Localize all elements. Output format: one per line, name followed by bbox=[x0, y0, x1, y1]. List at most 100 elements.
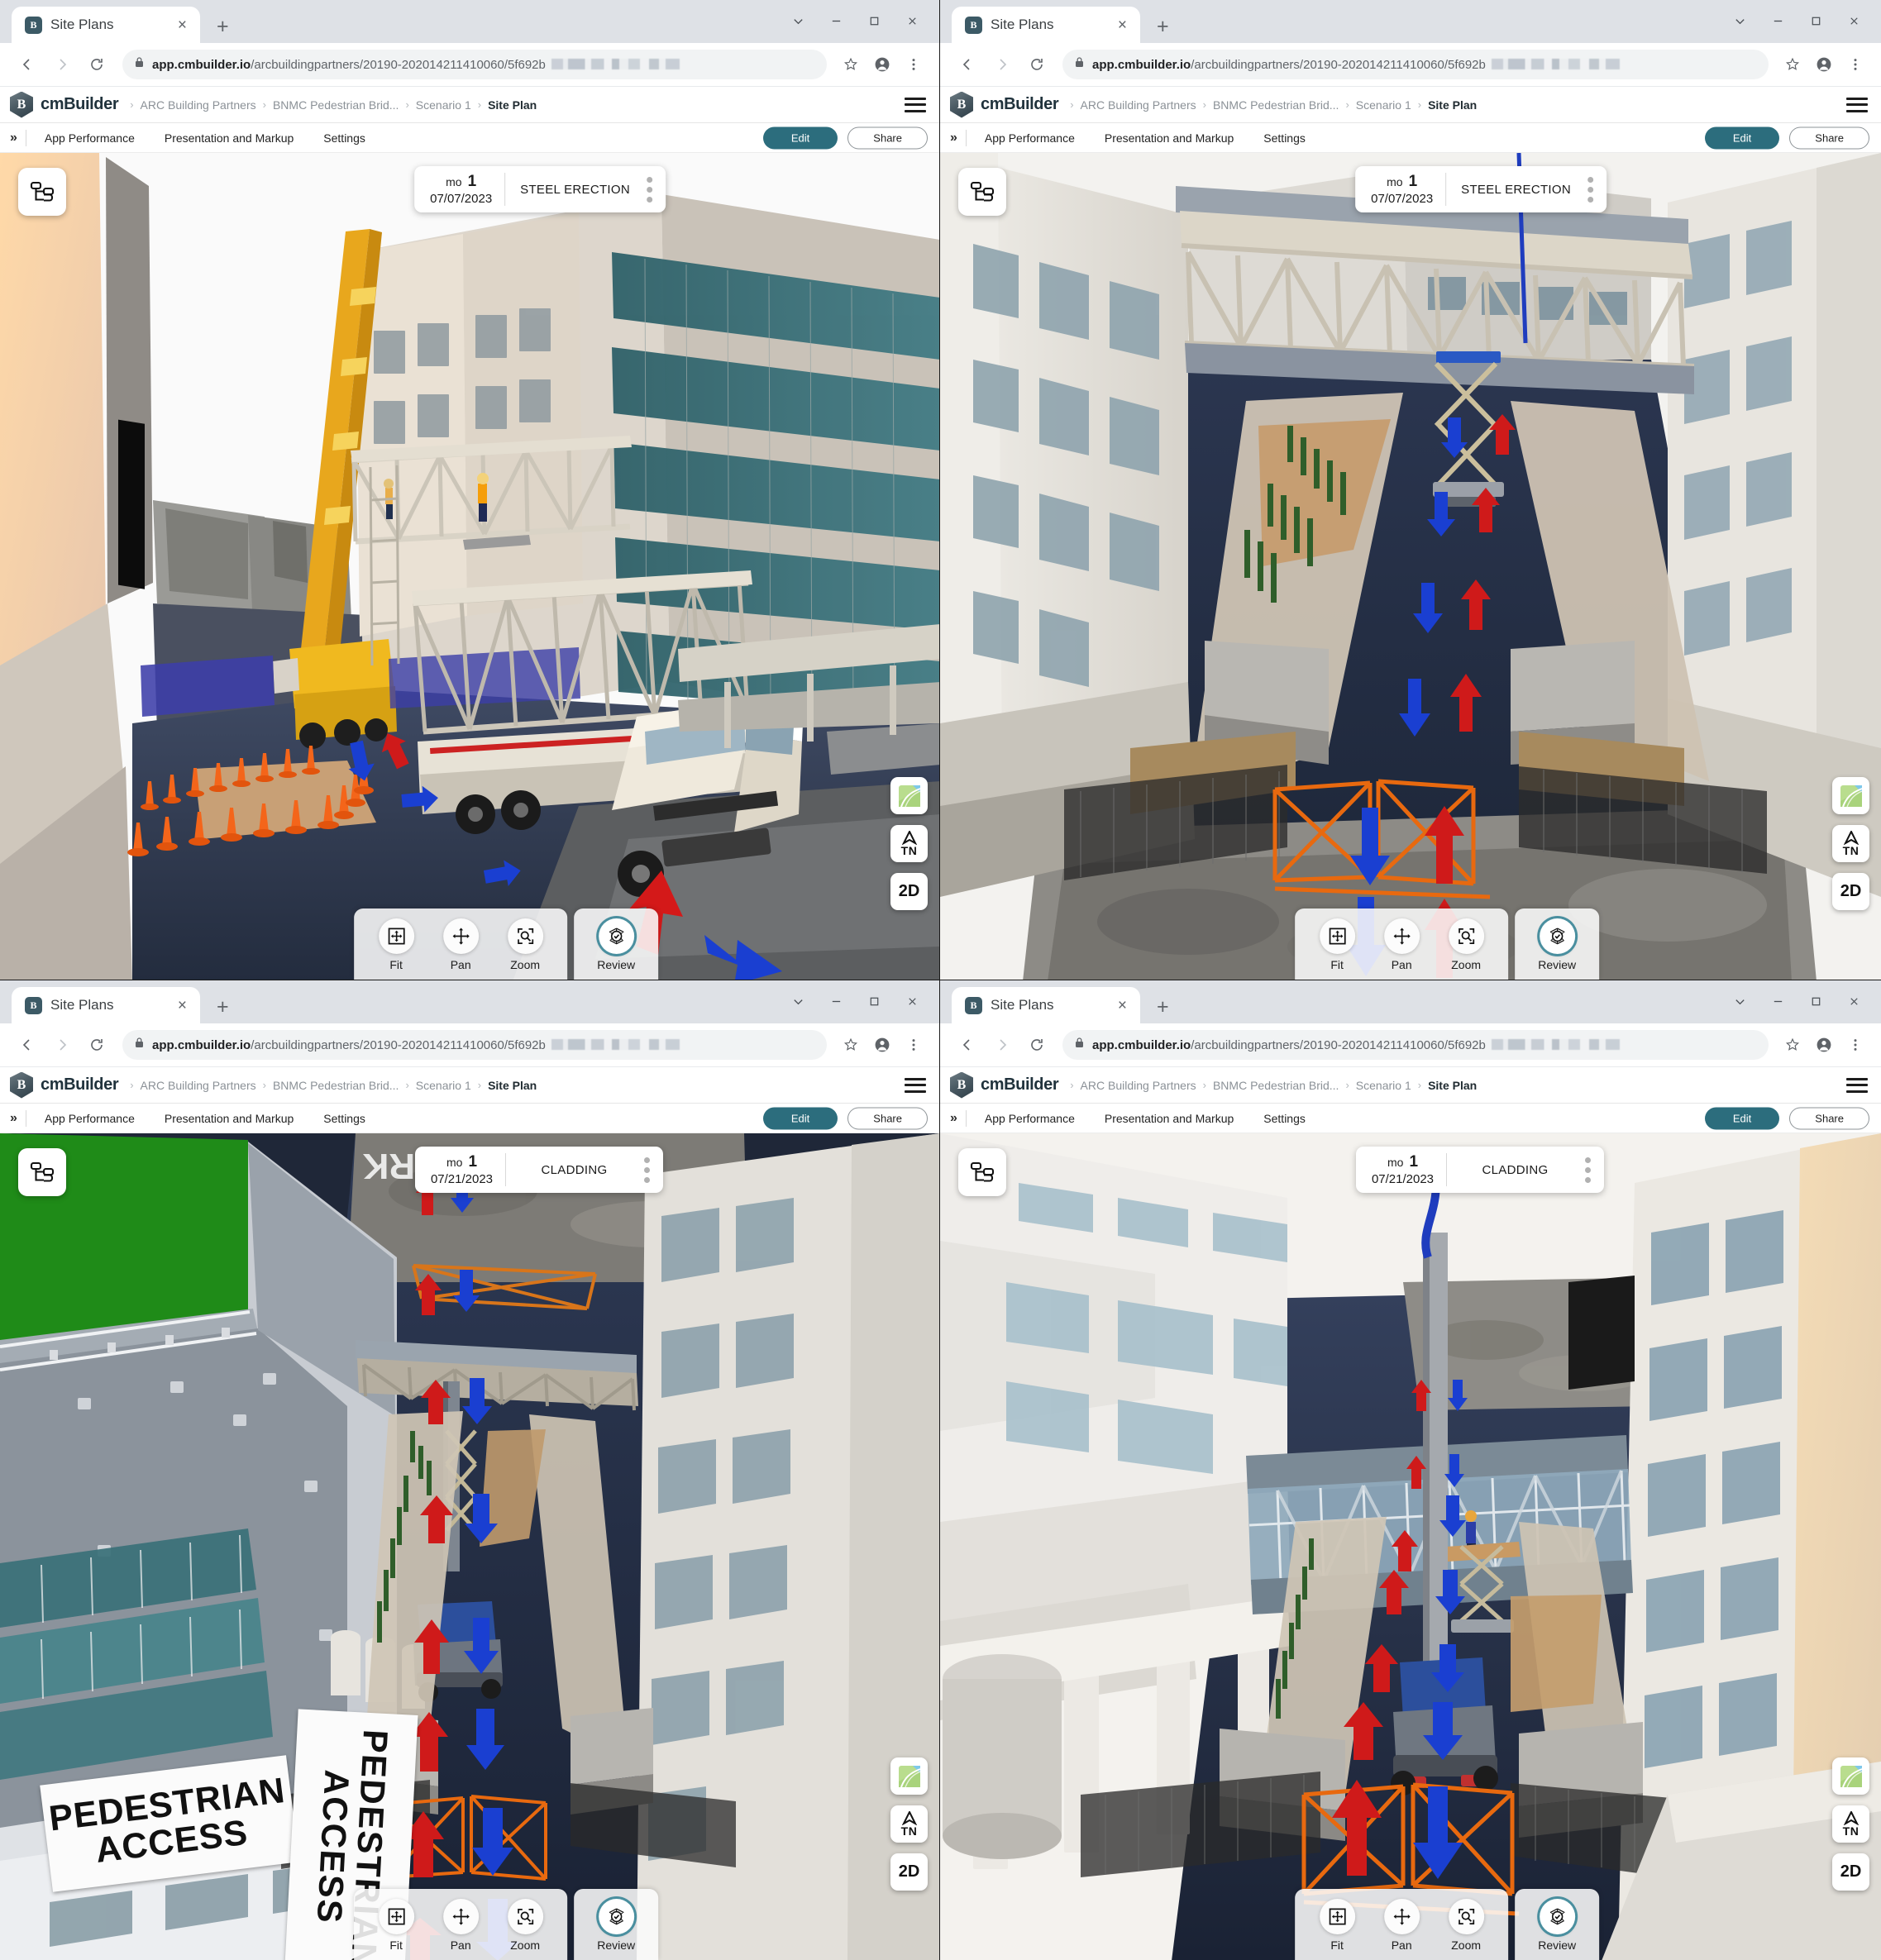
phase-more-icon[interactable] bbox=[1585, 1156, 1601, 1183]
menu-item-settings[interactable]: Settings bbox=[1248, 1112, 1320, 1125]
maximize-icon[interactable] bbox=[855, 7, 893, 35]
forward-icon[interactable] bbox=[986, 49, 1018, 80]
profile-avatar-icon[interactable] bbox=[1810, 50, 1838, 79]
hamburger-menu-icon[interactable] bbox=[905, 1077, 926, 1093]
maximize-icon[interactable] bbox=[1797, 987, 1835, 1015]
browser-tab[interactable]: B Site Plans × bbox=[12, 7, 200, 43]
reload-icon[interactable] bbox=[1021, 49, 1053, 80]
minimize-icon[interactable] bbox=[1759, 7, 1797, 35]
breadcrumb-item-scenario[interactable]: Scenario 1 bbox=[1356, 98, 1411, 112]
edit-button[interactable]: Edit bbox=[1704, 126, 1780, 149]
tool-fit[interactable]: Fit bbox=[365, 918, 427, 971]
expand-panel-icon[interactable]: » bbox=[948, 1111, 966, 1126]
tool-pan[interactable]: Pan bbox=[430, 918, 491, 971]
browser-menu-icon[interactable] bbox=[1841, 50, 1869, 79]
phase-more-icon[interactable] bbox=[644, 1156, 660, 1183]
north-compass-button[interactable]: TN bbox=[890, 1805, 928, 1843]
phase-more-icon[interactable] bbox=[646, 176, 662, 203]
brand[interactable]: B cmBuilder bbox=[10, 91, 119, 118]
phase-card[interactable]: mo 1 07/07/2023 STEEL ERECTION bbox=[1355, 166, 1606, 212]
menu-item-presentation-and-markup[interactable]: Presentation and Markup bbox=[1090, 131, 1248, 145]
close-icon[interactable]: × bbox=[174, 17, 190, 33]
reload-icon[interactable] bbox=[81, 1029, 112, 1061]
hierarchy-tree-button[interactable] bbox=[18, 1148, 66, 1196]
scene-viewport-bottom-right[interactable]: mo 1 07/21/2023 CLADDING TN 2D Fit Pan Z… bbox=[940, 1133, 1881, 1960]
close-icon[interactable]: × bbox=[1115, 17, 1130, 33]
menu-item-settings[interactable]: Settings bbox=[308, 1112, 380, 1125]
minimap-toggle-button[interactable] bbox=[1832, 1757, 1869, 1795]
menu-item-app-performance[interactable]: App Performance bbox=[30, 1112, 150, 1125]
url-input[interactable]: app.cmbuilder.io/arcbuildingpartners/201… bbox=[122, 50, 827, 79]
minimize-icon[interactable] bbox=[1759, 987, 1797, 1015]
share-button[interactable]: Share bbox=[847, 126, 928, 149]
hamburger-menu-icon[interactable] bbox=[1846, 1077, 1868, 1093]
browser-menu-icon[interactable] bbox=[900, 1031, 928, 1059]
tool-zoom[interactable]: Zoom bbox=[1435, 1899, 1497, 1952]
new-tab-button[interactable]: + bbox=[1157, 997, 1169, 1018]
chevron-down-icon[interactable] bbox=[1721, 987, 1759, 1015]
edit-button[interactable]: Edit bbox=[762, 1107, 838, 1129]
back-icon[interactable] bbox=[12, 49, 43, 80]
tool-pan[interactable]: Pan bbox=[430, 1899, 491, 1952]
tool-fit[interactable]: Fit bbox=[1306, 1899, 1368, 1952]
profile-avatar-icon[interactable] bbox=[868, 1031, 896, 1059]
breadcrumb-item-org[interactable]: ARC Building Partners bbox=[1081, 98, 1196, 112]
minimap-toggle-button[interactable] bbox=[1832, 777, 1869, 814]
hamburger-menu-icon[interactable] bbox=[1846, 97, 1868, 112]
tool-review[interactable]: Review bbox=[1526, 918, 1587, 971]
view-mode-toggle-button[interactable]: 2D bbox=[890, 873, 928, 910]
view-mode-toggle-button[interactable]: 2D bbox=[890, 1853, 928, 1891]
maximize-icon[interactable] bbox=[855, 987, 893, 1015]
forward-icon[interactable] bbox=[46, 1029, 78, 1061]
menu-item-app-performance[interactable]: App Performance bbox=[970, 131, 1090, 145]
menu-item-app-performance[interactable]: App Performance bbox=[30, 131, 150, 145]
share-button[interactable]: Share bbox=[1789, 1107, 1869, 1129]
edit-button[interactable]: Edit bbox=[1704, 1107, 1780, 1129]
tool-zoom[interactable]: Zoom bbox=[494, 1899, 556, 1952]
reload-icon[interactable] bbox=[81, 49, 112, 80]
back-icon[interactable] bbox=[12, 1029, 43, 1061]
close-window-icon[interactable] bbox=[1835, 987, 1873, 1015]
view-mode-toggle-button[interactable]: 2D bbox=[1832, 873, 1869, 910]
chevron-down-icon[interactable] bbox=[779, 7, 817, 35]
scene-viewport-top-right[interactable]: mo 1 07/07/2023 STEEL ERECTION TN 2D Fit… bbox=[940, 153, 1881, 980]
url-input[interactable]: app.cmbuilder.io/arcbuildingpartners/201… bbox=[1062, 50, 1769, 79]
breadcrumb-item-project[interactable]: BNMC Pedestrian Brid... bbox=[273, 98, 399, 112]
north-compass-button[interactable]: TN bbox=[1832, 825, 1869, 862]
breadcrumb-item-org[interactable]: ARC Building Partners bbox=[1081, 1079, 1196, 1092]
close-window-icon[interactable] bbox=[893, 987, 931, 1015]
back-icon[interactable] bbox=[952, 49, 983, 80]
close-icon[interactable]: × bbox=[1115, 998, 1130, 1013]
tool-fit[interactable]: Fit bbox=[1306, 918, 1368, 971]
tool-pan[interactable]: Pan bbox=[1371, 918, 1432, 971]
forward-icon[interactable] bbox=[986, 1029, 1018, 1061]
edit-button[interactable]: Edit bbox=[762, 126, 838, 149]
expand-panel-icon[interactable]: » bbox=[948, 131, 966, 145]
brand[interactable]: B cmBuilder bbox=[950, 1071, 1059, 1099]
bookmark-star-icon[interactable] bbox=[837, 1031, 865, 1059]
bookmark-star-icon[interactable] bbox=[837, 50, 865, 79]
view-mode-toggle-button[interactable]: 2D bbox=[1832, 1853, 1869, 1891]
minimize-icon[interactable] bbox=[817, 987, 855, 1015]
north-compass-button[interactable]: TN bbox=[1832, 1805, 1869, 1843]
menu-item-presentation-and-markup[interactable]: Presentation and Markup bbox=[1090, 1112, 1248, 1125]
new-tab-button[interactable]: + bbox=[217, 997, 229, 1018]
tool-pan[interactable]: Pan bbox=[1371, 1899, 1432, 1952]
breadcrumb-item-scenario[interactable]: Scenario 1 bbox=[416, 98, 471, 112]
url-input[interactable]: app.cmbuilder.io/arcbuildingpartners/201… bbox=[122, 1030, 827, 1060]
scene-viewport-top-left[interactable]: mo 1 07/07/2023 STEEL ERECTION TN 2D Fit… bbox=[0, 153, 939, 980]
back-icon[interactable] bbox=[952, 1029, 983, 1061]
scene-viewport-bottom-left[interactable]: PARK PEDESTRIAN ACCESS PEDESTRIAN ACCESS bbox=[0, 1133, 939, 1960]
share-button[interactable]: Share bbox=[847, 1107, 928, 1129]
minimap-toggle-button[interactable] bbox=[890, 777, 928, 814]
phase-card[interactable]: mo 1 07/21/2023 CLADDING bbox=[415, 1147, 663, 1193]
new-tab-button[interactable]: + bbox=[1157, 17, 1169, 37]
close-window-icon[interactable] bbox=[1835, 7, 1873, 35]
hamburger-menu-icon[interactable] bbox=[905, 97, 926, 112]
bookmark-star-icon[interactable] bbox=[1778, 50, 1807, 79]
expand-panel-icon[interactable]: » bbox=[8, 131, 26, 145]
forward-icon[interactable] bbox=[46, 49, 78, 80]
breadcrumb-item-scenario[interactable]: Scenario 1 bbox=[416, 1079, 471, 1092]
menu-item-settings[interactable]: Settings bbox=[1248, 131, 1320, 145]
browser-menu-icon[interactable] bbox=[1841, 1031, 1869, 1059]
